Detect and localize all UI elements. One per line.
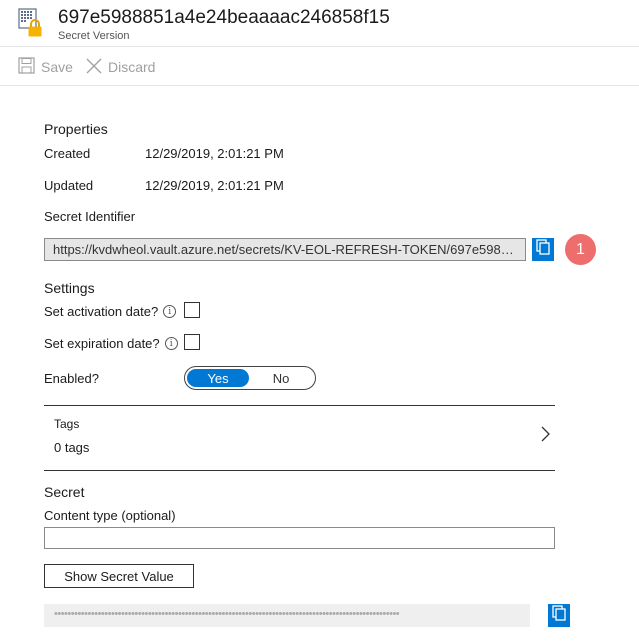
expiration-date-row: Set expiration date? i — [44, 336, 178, 351]
copy-secret-button[interactable] — [548, 604, 570, 627]
activation-date-checkbox[interactable] — [184, 302, 200, 318]
activation-date-label: Set activation date? — [44, 304, 159, 319]
page-subtitle: Secret Version — [58, 30, 130, 42]
discard-button[interactable]: Discard — [86, 56, 155, 78]
info-icon[interactable]: i — [164, 337, 178, 350]
secret-identifier-field[interactable]: https://kvdwheol.vault.azure.net/secrets… — [44, 238, 526, 261]
header-divider — [0, 46, 639, 47]
copy-icon — [536, 239, 550, 260]
settings-heading: Settings — [44, 280, 95, 296]
secret-heading: Secret — [44, 484, 85, 500]
copy-icon — [552, 605, 566, 626]
enabled-yes-option[interactable]: Yes — [187, 369, 249, 387]
save-label: Save — [41, 59, 73, 75]
content-type-label: Content type (optional) — [44, 508, 176, 523]
expiration-date-checkbox[interactable] — [184, 334, 200, 350]
tags-label: Tags — [54, 417, 80, 431]
updated-label: Updated — [44, 178, 94, 193]
discard-label: Discard — [108, 59, 156, 75]
show-secret-value-button[interactable]: Show Secret Value — [44, 564, 194, 588]
copy-identifier-button[interactable] — [532, 238, 554, 261]
chevron-right-icon — [540, 426, 550, 447]
info-icon[interactable]: i — [163, 305, 177, 318]
updated-value: 12/29/2019, 2:01:21 PM — [145, 178, 284, 193]
save-button[interactable]: Save — [18, 56, 73, 78]
created-label: Created — [44, 146, 91, 161]
properties-heading: Properties — [44, 121, 108, 137]
content-type-input[interactable] — [44, 527, 555, 549]
created-value: 12/29/2019, 2:01:21 PM — [145, 146, 284, 161]
close-icon — [86, 58, 102, 77]
key-vault-secret-lock-icon — [18, 8, 44, 38]
toolbar-divider — [0, 85, 639, 86]
enabled-label: Enabled? — [44, 371, 99, 386]
tags-value: 0 tags — [54, 440, 90, 455]
tags-row[interactable]: Tags 0 tags — [44, 406, 555, 470]
save-icon — [18, 57, 35, 77]
expiration-date-label: Set expiration date? — [44, 336, 160, 351]
secret-identifier-label: Secret Identifier — [44, 209, 136, 224]
callout-badge: 1 — [565, 234, 596, 265]
masked-secret-field[interactable]: ••••••••••••••••••••••••••••••••••••••••… — [44, 604, 530, 627]
enabled-no-option[interactable]: No — [249, 371, 313, 386]
page-title: 697e5988851a4e24beaaaac246858f15 — [58, 7, 390, 28]
enabled-toggle[interactable]: Yes No — [184, 366, 316, 390]
tags-bottom-divider — [44, 470, 555, 471]
activation-date-row: Set activation date? i — [44, 304, 177, 319]
